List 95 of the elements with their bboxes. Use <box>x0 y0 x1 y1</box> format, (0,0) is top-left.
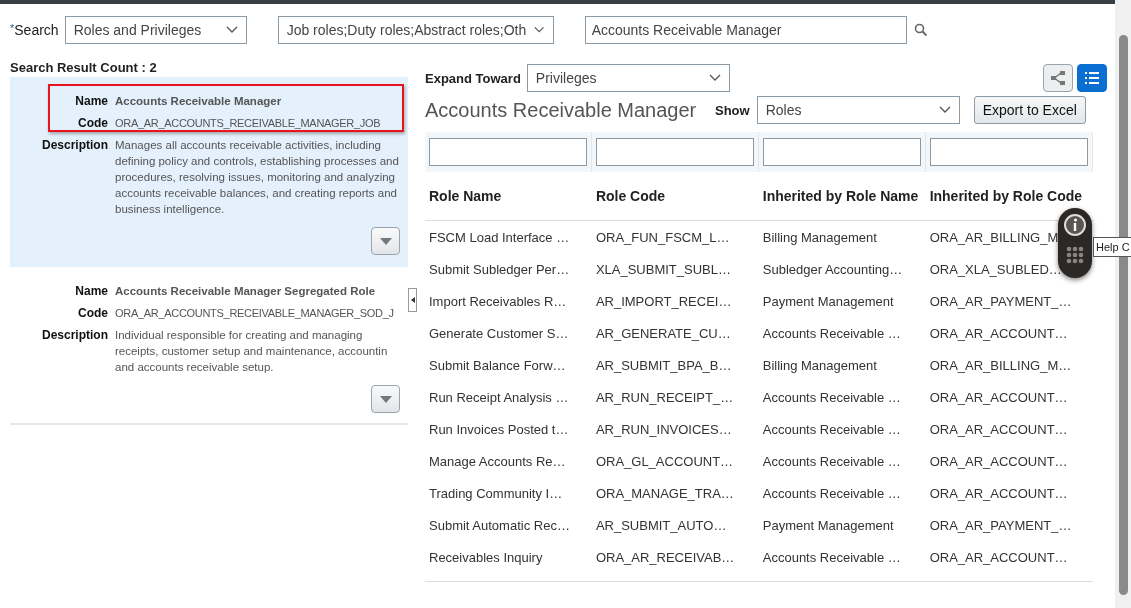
hierarchy-view-button[interactable] <box>1043 64 1073 92</box>
table-cell: Accounts Receivable … <box>762 549 901 565</box>
field-label: Description <box>41 137 108 154</box>
table-cell: AR_RUN_RECEIPT_… <box>595 389 734 405</box>
detail-title: Accounts Receivable Manager <box>425 98 698 122</box>
column-header[interactable]: Role Code <box>591 172 759 221</box>
role-name: Accounts Receivable Manager <box>115 94 283 109</box>
table-cell: Run Invoices Posted t… <box>429 421 569 437</box>
table-cell: Submit Automatic Rec… <box>429 517 570 533</box>
expand-label: Expand Toward <box>425 70 521 86</box>
table-cell: Submit Balance Forw… <box>429 357 566 373</box>
chevron-down-icon <box>938 106 951 114</box>
table-cell: Payment Management <box>762 517 894 533</box>
table-cell: ORA_AR_BILLING_M… <box>929 357 1072 373</box>
field-label: Name <box>74 283 108 299</box>
chevron-down-icon <box>225 26 238 34</box>
table-cell: ORA_AR_ACCOUNT… <box>929 485 1068 501</box>
table-cell: Receivables Inquiry <box>429 549 543 565</box>
table-cell: AR_SUBMIT_BPA_B… <box>595 357 732 373</box>
chevron-down-icon <box>534 26 545 34</box>
table-cell: ORA_XLA_SUBLED… <box>929 261 1062 277</box>
tooltip: Help C <box>1093 237 1131 257</box>
table-cell: Submit Subledger Per… <box>429 261 570 277</box>
table-cell: ORA_AR_ACCOUNT… <box>929 421 1068 437</box>
table-cell: ORA_GL_ACCOUNT… <box>595 453 734 469</box>
table-cell: AR_RUN_INVOICES… <box>595 421 732 437</box>
info-icon <box>1063 213 1087 237</box>
list-view-button[interactable] <box>1077 64 1107 92</box>
table-cell: Accounts Receivable … <box>762 421 901 437</box>
role-description: Manages all accounts receivable activities, including defining policy and controls, establishing processes and procedures, resolving issues, monitoring and analyzing accounts receivable balances, and creating reports and business intelligence. <box>115 138 400 217</box>
expand-select[interactable]: Privileges <box>526 64 730 92</box>
table-cell: Subledger Accounting… <box>762 261 903 277</box>
expand-button[interactable] <box>371 385 400 413</box>
table-cell: ORA_AR_ACCOUNT… <box>929 549 1068 565</box>
filter-field[interactable] <box>763 138 922 166</box>
export-button[interactable]: Export to Excel <box>973 96 1086 124</box>
filter-field[interactable] <box>429 138 588 166</box>
role-name: Accounts Receivable Manager Segregated Role <box>115 284 377 299</box>
result-count: Search Result Count : 2 <box>10 60 158 75</box>
table-cell: Manage Accounts Re… <box>429 453 566 469</box>
table-cell: Run Receipt Analysis … <box>429 389 569 405</box>
table-cell: Trading Community I… <box>429 485 563 501</box>
chevron-down-icon <box>708 74 721 82</box>
show-select[interactable]: Roles <box>756 96 960 124</box>
field-label: Name <box>74 93 108 109</box>
table-cell: Billing Management <box>762 229 877 245</box>
show-label: Show <box>715 102 750 118</box>
role-types-select[interactable]: Job roles;Duty roles;Abstract roles;Oth <box>277 16 554 44</box>
list-icon <box>1084 71 1100 85</box>
field-label: Code <box>77 115 108 131</box>
table-cell: ORA_AR_PAYMENT_… <box>929 293 1072 309</box>
table-cell: ORA_AR_PAYMENT_… <box>929 517 1072 533</box>
table-cell: Accounts Receivable … <box>762 325 901 341</box>
help-widget[interactable] <box>1058 208 1092 278</box>
table-cell: ORA_MANAGE_TRA… <box>595 485 734 501</box>
table-cell: Generate Customer S… <box>429 325 569 341</box>
column-header[interactable]: Inherited by Role Name <box>758 172 926 221</box>
triangle-down-icon <box>379 237 392 245</box>
expand-button[interactable] <box>371 227 400 255</box>
triangle-down-icon <box>379 395 392 403</box>
table-cell: AR_GENERATE_CU… <box>595 325 731 341</box>
collapse-handle[interactable] <box>408 288 417 312</box>
table-cell: XLA_SUBMIT_SUBL… <box>595 261 731 277</box>
table-cell: Import Receivables R… <box>429 293 567 309</box>
table-cell: Accounts Receivable … <box>762 485 901 501</box>
table-cell: Billing Management <box>762 357 877 373</box>
role-description: Individual responsible for creating and managing receipts, customer setup and maintenance, accountin and accounts receivable setup. <box>115 328 389 375</box>
search-label: Search <box>14 22 59 38</box>
table-cell: FSCM Load Interface … <box>429 229 570 245</box>
hierarchy-icon <box>1050 70 1066 86</box>
column-header[interactable]: Role Name <box>425 172 592 221</box>
table-cell: ORA_AR_BILLING_M <box>929 229 1059 245</box>
filter-field[interactable] <box>596 138 755 166</box>
search-icon[interactable] <box>913 23 928 37</box>
triangle-left-icon <box>410 297 415 303</box>
table-cell: Accounts Receivable … <box>762 389 901 405</box>
search-field[interactable]: Accounts Receivable Manager <box>584 16 907 44</box>
table-cell: Accounts Receivable … <box>762 453 901 469</box>
role-code: ORA_AR_ACCOUNTS_RECEIVABLE_MANAGER_JOB <box>115 116 381 131</box>
field-label: Code <box>77 305 108 321</box>
table-cell: Payment Management <box>762 293 894 309</box>
table-cell: ORA_AR_ACCOUNT… <box>929 325 1068 341</box>
required-mark: * <box>10 22 15 34</box>
table-cell: ORA_AR_ACCOUNT… <box>929 389 1068 405</box>
role-code: ORA_AR_ACCOUNTS_RECEIVABLE_MANAGER_SOD_J <box>115 306 394 321</box>
field-label: Description <box>41 327 108 344</box>
table-cell: AR_IMPORT_RECEI… <box>595 293 732 309</box>
keypad-icon <box>1066 246 1084 264</box>
object-type-select[interactable]: Roles and Privileges <box>64 16 247 44</box>
table-cell: ORA_AR_RECEIVAB… <box>595 549 735 565</box>
table-cell: ORA_FUN_FSCM_L… <box>595 229 730 245</box>
result-card[interactable] <box>10 77 408 267</box>
table-cell: ORA_AR_ACCOUNT… <box>929 453 1068 469</box>
table-cell: AR_SUBMIT_AUTO… <box>595 517 727 533</box>
filter-field[interactable] <box>930 138 1088 166</box>
